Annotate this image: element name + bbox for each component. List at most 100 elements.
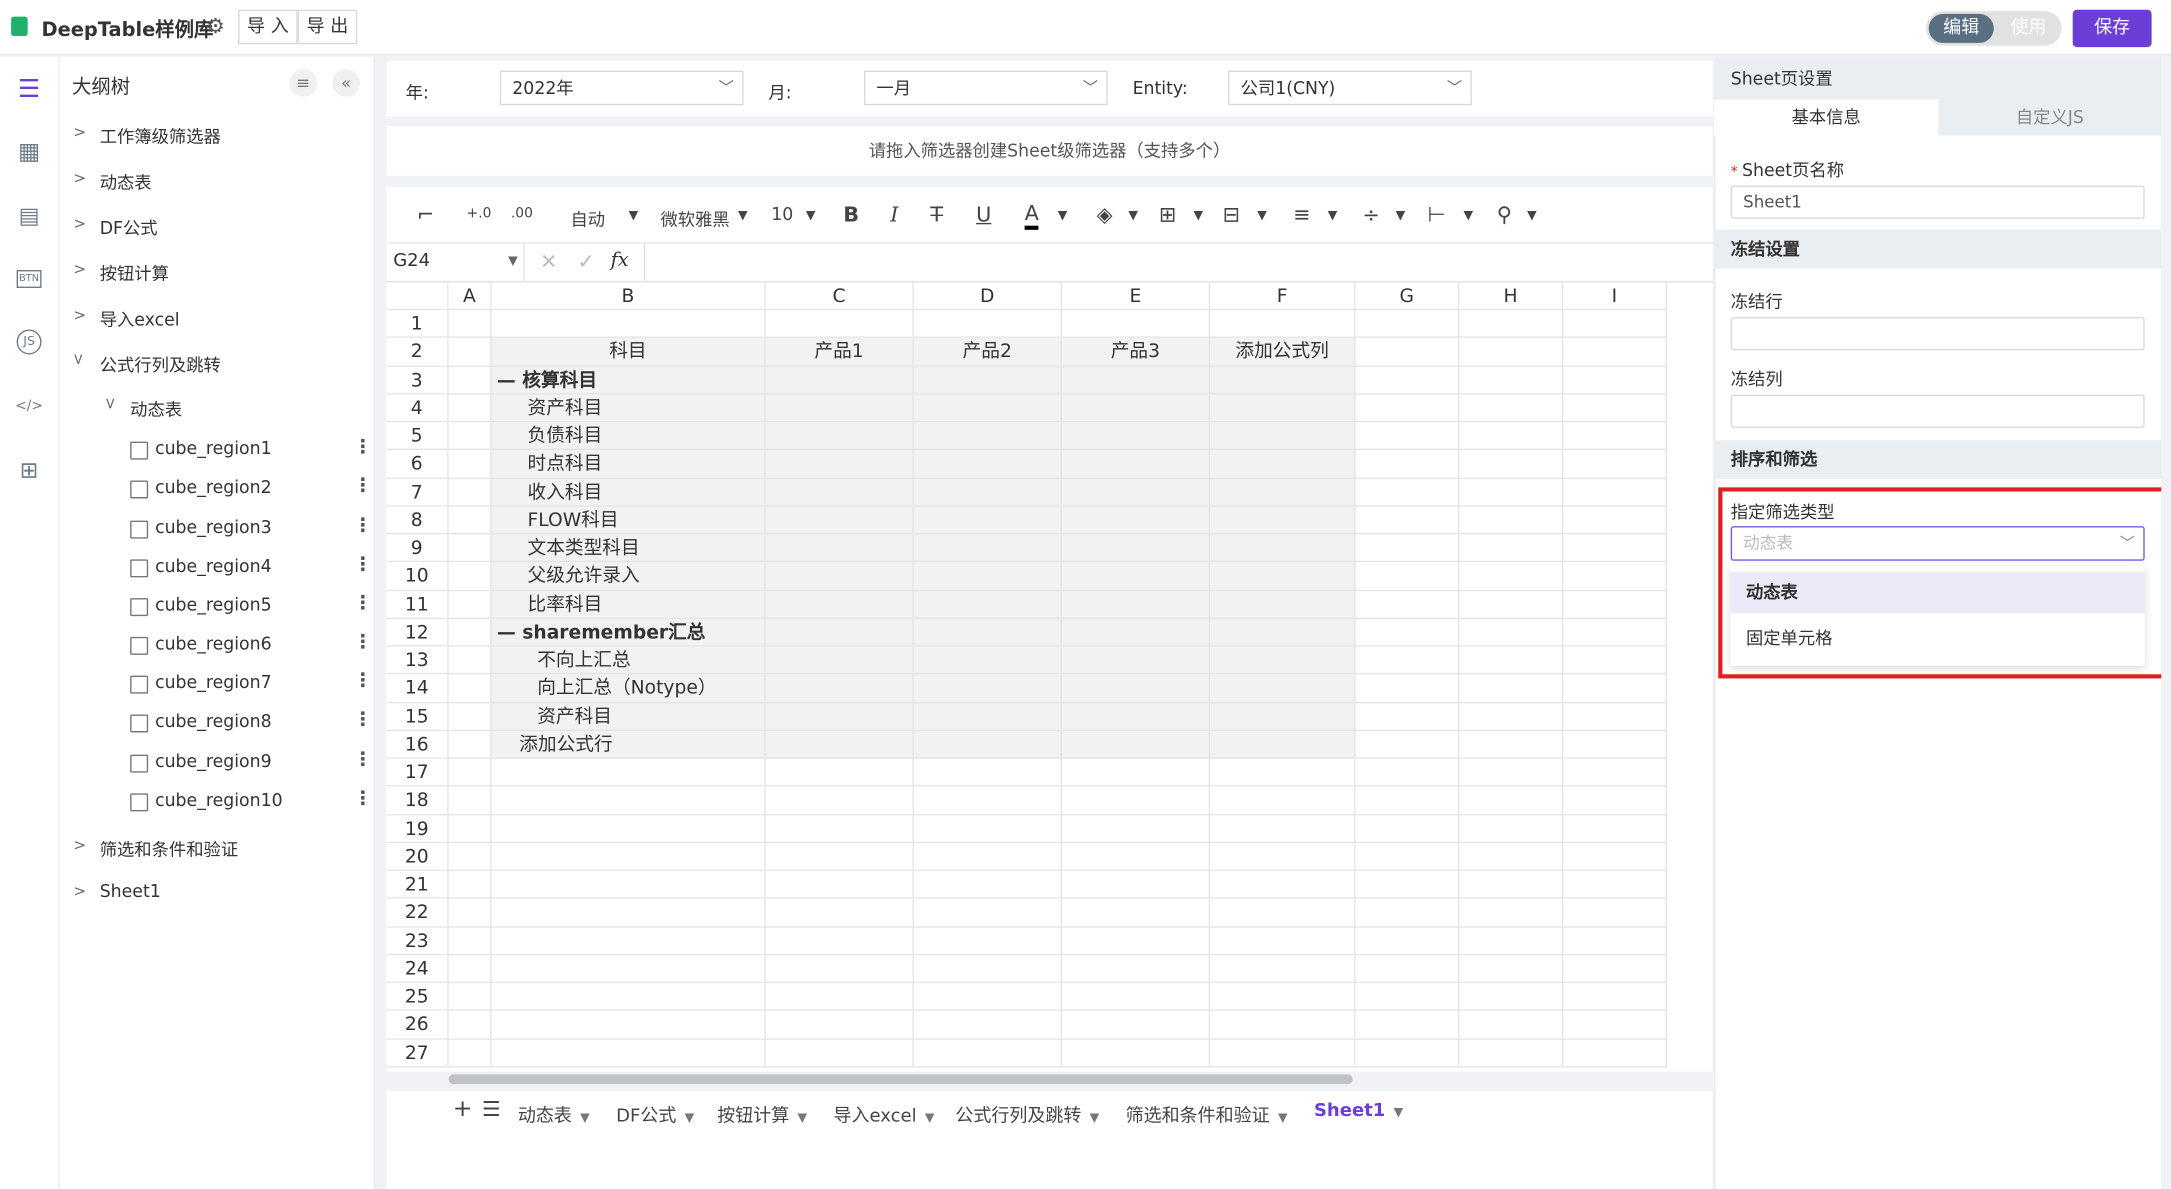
bold-icon[interactable]: B: [843, 202, 859, 227]
grid-cell[interactable]: 产品2: [913, 338, 1062, 367]
grid-cell[interactable]: [1563, 338, 1668, 367]
grid-cell[interactable]: [765, 786, 914, 815]
outline-tree-icon[interactable]: ☰: [14, 75, 44, 105]
freeze-col-input[interactable]: [1730, 394, 2145, 428]
grid-cell[interactable]: [448, 310, 492, 339]
grid-cell[interactable]: [1061, 534, 1211, 563]
caret-down-icon[interactable]: ▼: [580, 1112, 590, 1126]
tree-item-dynamic-table-sub[interactable]: 动态表: [130, 395, 182, 421]
grid-cell[interactable]: [765, 422, 914, 451]
row-header[interactable]: 11: [386, 590, 449, 619]
grid-cell[interactable]: [1061, 842, 1211, 871]
grid-cell[interactable]: [765, 814, 914, 843]
grid-cell[interactable]: [1210, 534, 1356, 563]
grid-cell[interactable]: [448, 955, 492, 984]
grid-cell[interactable]: 父级允许录入: [491, 562, 766, 591]
chevron-right-icon[interactable]: >: [73, 260, 86, 278]
font-size-select[interactable]: 10: [771, 204, 793, 225]
caret-down-icon[interactable]: ▼: [629, 209, 639, 223]
grid-cell[interactable]: [491, 926, 766, 956]
grid-cell[interactable]: [1061, 450, 1211, 479]
column-header[interactable]: A: [448, 282, 492, 311]
row-header[interactable]: 4: [386, 394, 449, 423]
caret-down-icon[interactable]: ▼: [1278, 1112, 1288, 1126]
grid-cell[interactable]: [1210, 562, 1356, 591]
caret-down-icon[interactable]: ▼: [1396, 209, 1406, 223]
grid-cell[interactable]: [1061, 814, 1211, 843]
grid-cell[interactable]: [1061, 955, 1211, 984]
grid-cell[interactable]: [913, 702, 1062, 731]
grid-cell[interactable]: [1355, 1011, 1460, 1040]
tree-item-cube-region[interactable]: cube_region7: [155, 672, 272, 693]
grid-cell[interactable]: [1210, 590, 1356, 619]
grid-cell[interactable]: [1210, 926, 1356, 956]
grid-cell[interactable]: [1210, 394, 1356, 423]
grid-cell[interactable]: [765, 1011, 914, 1040]
grid-cell[interactable]: [448, 590, 492, 619]
grid-cell[interactable]: [913, 786, 1062, 815]
grid-cell[interactable]: [1563, 926, 1668, 956]
grid-cell[interactable]: [1210, 898, 1356, 927]
grid-cell[interactable]: [491, 870, 766, 899]
sheet-tab[interactable]: 公式行列及跳转 ▼: [955, 1101, 1099, 1127]
grid-cell[interactable]: [1355, 870, 1460, 899]
grid-cell[interactable]: [1061, 758, 1211, 787]
sheet-list-icon[interactable]: ☰: [482, 1097, 501, 1122]
grid-cell[interactable]: [1459, 450, 1564, 479]
caret-down-icon[interactable]: ▼: [1394, 1106, 1404, 1120]
grid-cell[interactable]: [448, 366, 492, 395]
grid-cell[interactable]: 产品3: [1061, 338, 1211, 367]
grid-cell[interactable]: [1210, 955, 1356, 984]
grid-cell[interactable]: [448, 983, 492, 1012]
column-header[interactable]: F: [1210, 282, 1356, 311]
grid-cell[interactable]: [1459, 814, 1564, 843]
grid-cell[interactable]: [765, 618, 914, 647]
grid-cell[interactable]: [1459, 394, 1564, 423]
grid-cell[interactable]: [491, 983, 766, 1012]
grid-cell[interactable]: [1210, 506, 1356, 535]
caret-down-icon[interactable]: ▼: [925, 1112, 935, 1126]
grid-cell[interactable]: [491, 1039, 766, 1068]
grid-cell[interactable]: [1459, 870, 1564, 899]
freeze-row-input[interactable]: [1730, 317, 2145, 351]
grid-cell[interactable]: [913, 730, 1062, 759]
grid-cell[interactable]: [1355, 758, 1460, 787]
grid-cell[interactable]: [1563, 730, 1668, 759]
collapse-panel-icon[interactable]: «: [332, 69, 360, 97]
tree-item-cube-region[interactable]: cube_region5: [155, 594, 272, 615]
grid-cell[interactable]: [913, 366, 1062, 395]
row-header[interactable]: 13: [386, 646, 449, 675]
row-header[interactable]: 2: [386, 338, 449, 367]
grid-cell[interactable]: 资产科目: [491, 394, 766, 423]
horizontal-scrollbar[interactable]: [448, 1074, 1353, 1085]
font-family-select[interactable]: 微软雅黑: [660, 205, 729, 231]
grid-cell[interactable]: [1459, 366, 1564, 395]
cancel-formula-icon[interactable]: ✕: [540, 249, 557, 274]
grid-cell[interactable]: [1459, 758, 1564, 787]
grid-cell[interactable]: [1061, 394, 1211, 423]
tree-item-cube-region[interactable]: cube_region2: [155, 476, 272, 497]
caret-down-icon[interactable]: ▼: [1527, 209, 1537, 223]
italic-icon[interactable]: I: [890, 202, 898, 227]
grid-cell[interactable]: [1355, 786, 1460, 815]
column-header[interactable]: H: [1459, 282, 1564, 311]
table-tree-icon[interactable]: ⊞: [14, 456, 44, 486]
grid-cell[interactable]: [1355, 478, 1460, 507]
borders-icon[interactable]: ⊞: [1159, 202, 1176, 227]
grid-cell[interactable]: 收入科目: [491, 478, 766, 507]
column-header[interactable]: G: [1355, 282, 1460, 311]
caret-down-icon[interactable]: ▼: [1193, 209, 1203, 223]
sheet-tab[interactable]: 动态表 ▼: [518, 1101, 590, 1127]
row-header[interactable]: 16: [386, 730, 449, 759]
grid-cell[interactable]: [1210, 674, 1356, 703]
font-color-icon[interactable]: A: [1024, 201, 1039, 230]
grid-cell[interactable]: [448, 646, 492, 675]
tree-item-cube-region[interactable]: cube_region9: [155, 750, 272, 771]
strikethrough-icon[interactable]: T: [930, 202, 943, 227]
grid-cell[interactable]: [765, 506, 914, 535]
grid-cell[interactable]: [1563, 506, 1668, 535]
tree-item-sheet1[interactable]: Sheet1: [100, 881, 161, 902]
chevron-right-icon[interactable]: >: [73, 123, 86, 141]
grid-cell[interactable]: [1355, 702, 1460, 731]
grid-cell[interactable]: [1061, 702, 1211, 731]
